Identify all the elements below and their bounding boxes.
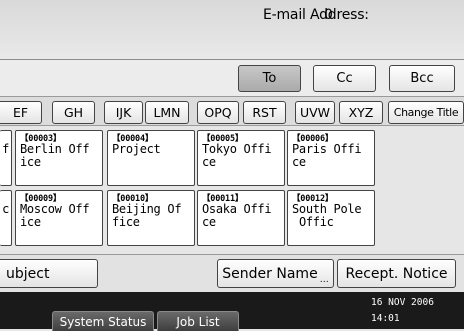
job-list-label: Job List	[176, 314, 220, 329]
destination-name: South Pole Offic	[292, 202, 362, 229]
ellipsis-icon: …	[319, 275, 329, 285]
tab-ef[interactable]: EF	[0, 101, 42, 124]
destination-name: Berlin Off ice	[20, 142, 90, 169]
tab-opq[interactable]: OPQ	[197, 101, 239, 124]
destination-key-beijing-office[interactable]: 【00010】 Beijing Of fice	[107, 190, 195, 246]
change-title-label: Change Title	[393, 106, 459, 119]
destination-key-tokyo-office[interactable]: 【00005】 Tokyo Offi ce	[197, 130, 285, 186]
tab-ef-label: EF	[12, 105, 29, 120]
destination-name: c	[2, 202, 9, 216]
tab-ijk[interactable]: IJK	[104, 101, 143, 124]
destination-key-project[interactable]: 【00004】 Project	[107, 130, 195, 186]
subject-button[interactable]: ubject	[0, 259, 98, 288]
sender-name-label: Sender Name	[222, 265, 318, 282]
job-list-button[interactable]: Job List	[157, 311, 239, 331]
status-time: 14:01	[371, 313, 400, 324]
header-bar	[0, 0, 464, 60]
destination-key[interactable]: f	[0, 130, 12, 186]
cc-button-label: Cc	[336, 71, 353, 86]
tab-ijk-label: IJK	[115, 105, 132, 120]
tab-gh[interactable]: GH	[52, 101, 95, 124]
system-status-button[interactable]: System Status	[52, 311, 154, 331]
bcc-button[interactable]: Bcc	[389, 65, 455, 92]
destination-name: Project	[112, 142, 161, 156]
change-title-button[interactable]: Change Title	[388, 101, 464, 124]
destination-key[interactable]: c	[0, 190, 12, 246]
tab-uvw[interactable]: UVW	[295, 101, 335, 124]
to-button[interactable]: To	[238, 65, 301, 92]
tab-lmn-label: LMN	[153, 105, 181, 120]
destination-key-paris-office[interactable]: 【00006】 Paris Offi ce	[287, 130, 375, 186]
destination-key-berlin-office[interactable]: 【00003】 Berlin Off ice	[15, 130, 103, 186]
destination-key-south-pole-office[interactable]: 【00012】 South Pole Offic	[287, 190, 375, 246]
email-address-count: 0	[324, 7, 333, 23]
destination-key-moscow-office[interactable]: 【00009】 Moscow Off ice	[15, 190, 103, 246]
destination-name: Osaka Offi ce	[202, 202, 272, 229]
tab-rst[interactable]: RST	[243, 101, 286, 124]
subject-button-label: ubject	[6, 265, 50, 282]
cc-button[interactable]: Cc	[313, 65, 376, 92]
tab-xyz-label: XYZ	[348, 105, 374, 120]
tab-uvw-label: UVW	[299, 105, 331, 120]
tab-rst-label: RST	[252, 105, 277, 120]
destination-key-osaka-office[interactable]: 【00011】 Osaka Offi ce	[197, 190, 285, 246]
tab-lmn[interactable]: LMN	[145, 101, 189, 124]
sender-name-button[interactable]: Sender Name…	[217, 259, 334, 288]
to-button-label: To	[262, 71, 277, 86]
bcc-button-label: Bcc	[410, 71, 434, 86]
tab-opq-label: OPQ	[204, 105, 232, 120]
tab-xyz[interactable]: XYZ	[339, 101, 383, 124]
destination-name: Moscow Off ice	[20, 202, 90, 229]
email-address-label: E-mail Address:	[263, 7, 369, 23]
status-date: 16 NOV 2006	[371, 297, 434, 308]
destination-name: Tokyo Offi ce	[202, 142, 272, 169]
system-status-label: System Status	[59, 314, 147, 329]
destination-name: Beijing Of fice	[112, 202, 182, 229]
tab-gh-label: GH	[63, 105, 84, 120]
recept-notice-label: Recept. Notice	[345, 265, 448, 282]
destination-name: Paris Offi ce	[292, 142, 362, 169]
destination-name: f	[2, 142, 9, 156]
recept-notice-button[interactable]: Recept. Notice	[337, 259, 456, 288]
